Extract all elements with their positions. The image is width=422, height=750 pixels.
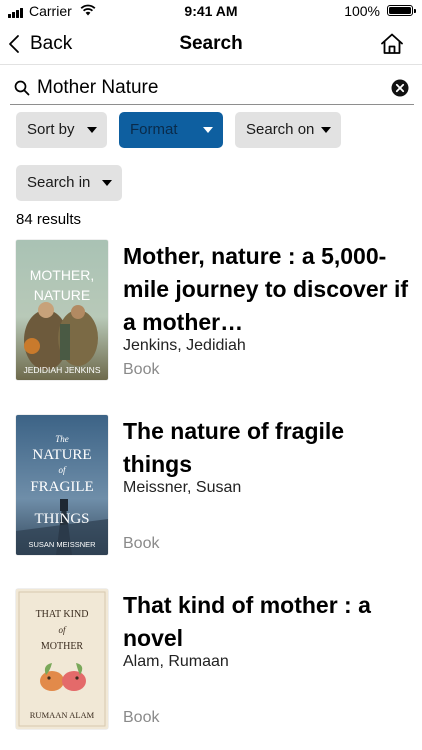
cover-author: JEDIDIAH JENKINS	[24, 365, 101, 375]
search-field	[10, 72, 414, 105]
result-item[interactable]: THAT KIND of MOTHER RUMAAN ALAM That kin…	[16, 589, 416, 734]
sort-by-label: Sort by	[27, 121, 75, 138]
result-item[interactable]: The NATURE of FRAGILE THINGS SUSAN MEISS…	[16, 415, 416, 560]
format-label: Format	[130, 121, 178, 138]
navigation-bar: Back Search	[0, 24, 422, 64]
home-icon[interactable]	[379, 31, 405, 57]
search-on-label: Search on	[246, 121, 315, 138]
cover-title-line5: THINGS	[35, 511, 90, 527]
cover-title-line1: THAT KIND	[36, 609, 89, 620]
battery-percentage: 100%	[344, 3, 380, 19]
caret-down-icon	[102, 180, 112, 186]
nav-divider	[0, 64, 422, 65]
search-in-button[interactable]: Search in	[16, 165, 122, 201]
cover-title-line3: MOTHER	[41, 641, 84, 652]
status-bar: Carrier 9:41 AM 100%	[0, 0, 422, 24]
cover-title-line2: NATURE	[32, 447, 91, 463]
cover-author: SUSAN MEISSNER	[28, 540, 96, 549]
results-count: 84 results	[16, 211, 82, 228]
book-cover-image: MOTHER, NATURE JEDIDIAH JENKINS	[16, 240, 108, 380]
result-title: That kind of mother : a novel	[123, 592, 371, 651]
search-icon	[14, 80, 30, 96]
battery-icon	[387, 5, 416, 16]
caret-down-icon	[203, 127, 213, 133]
result-title: Mother, nature : a 5,000-mile journey to…	[123, 243, 409, 335]
book-cover-image: THAT KIND of MOTHER RUMAAN ALAM	[16, 589, 108, 729]
cover-title-line2: NATURE	[34, 287, 91, 303]
caret-down-icon	[321, 127, 331, 133]
result-format: Book	[123, 361, 160, 378]
cover-author: RUMAAN ALAM	[30, 710, 95, 720]
result-author: Meissner, Susan	[123, 479, 242, 496]
cover-title-line1: The	[55, 434, 69, 444]
result-format: Book	[123, 709, 160, 726]
search-in-label: Search in	[27, 174, 91, 191]
caret-down-icon	[87, 127, 97, 133]
sort-by-button[interactable]: Sort by	[16, 112, 107, 148]
cover-title-line4: FRAGILE	[30, 479, 93, 495]
book-cover-image: The NATURE of FRAGILE THINGS SUSAN MEISS…	[16, 415, 108, 555]
result-format: Book	[123, 535, 160, 552]
result-author: Alam, Rumaan	[123, 653, 229, 670]
page-title: Search	[179, 33, 243, 54]
result-item[interactable]: MOTHER, NATURE JEDIDIAH JENKINS Mother, …	[16, 240, 416, 385]
clear-icon[interactable]	[391, 79, 409, 97]
format-button[interactable]: Format	[119, 112, 223, 148]
search-on-button[interactable]: Search on	[235, 112, 341, 148]
result-title: The nature of fragile things	[123, 418, 345, 477]
result-author: Jenkins, Jedidiah	[123, 337, 246, 354]
cover-title-line1: MOTHER,	[30, 267, 95, 283]
search-input[interactable]	[37, 74, 377, 102]
